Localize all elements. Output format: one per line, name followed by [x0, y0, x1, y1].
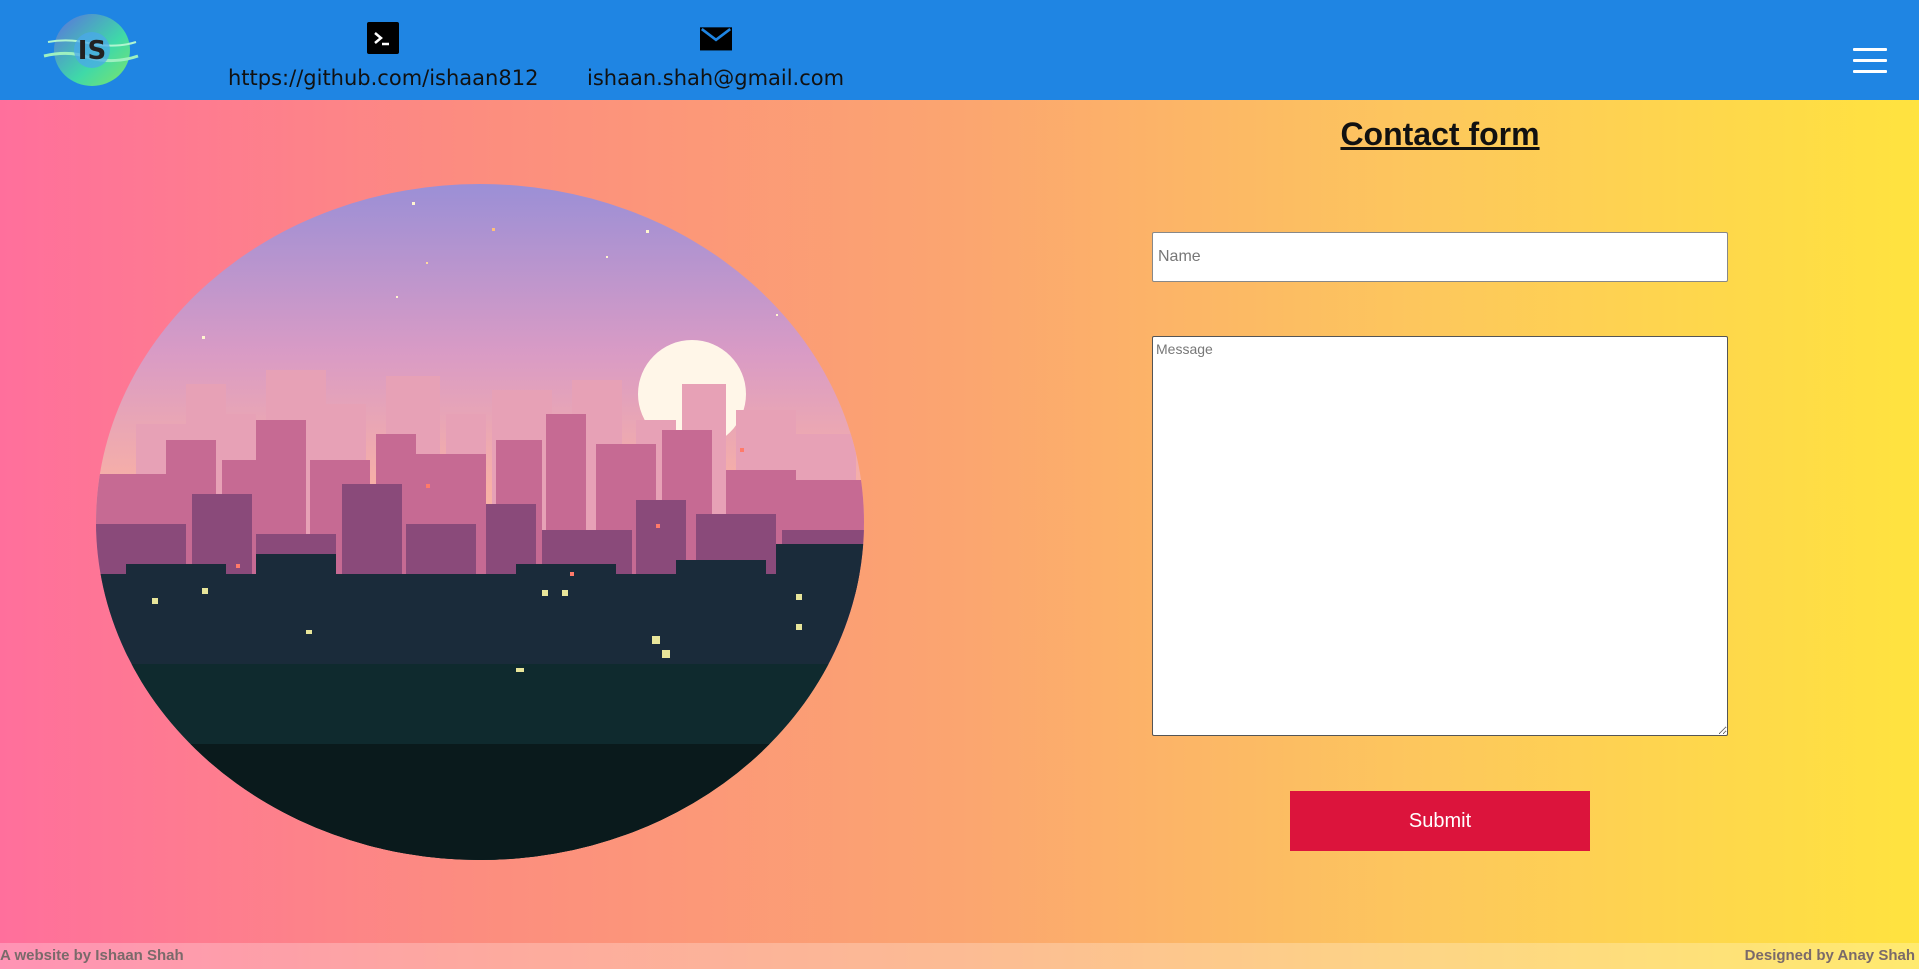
footer: A website by Ishaan Shah Designed by Ana…: [0, 943, 1919, 969]
hamburger-line: [1853, 59, 1887, 62]
email-address-text: ishaan.shah@gmail.com: [587, 66, 845, 90]
top-navbar: IS https://github.com/ishaan812 ishaan.s…: [0, 0, 1919, 100]
footer-credit-right: Designed by Anay Shah: [1744, 947, 1915, 964]
city-skyline-image: [96, 184, 864, 860]
github-link[interactable]: https://github.com/ishaan812: [228, 22, 538, 90]
hamburger-menu-icon[interactable]: [1853, 48, 1887, 74]
hamburger-line: [1853, 70, 1887, 73]
pixel-city-illustration: [96, 184, 864, 860]
logo[interactable]: IS: [40, 12, 140, 88]
contact-form-title: Contact form: [1340, 116, 1540, 152]
terminal-icon: [367, 22, 400, 54]
footer-credit-left: A website by Ishaan Shah: [0, 947, 184, 964]
logo-icon: IS: [43, 14, 139, 86]
svg-text:IS: IS: [78, 36, 106, 66]
hamburger-line: [1853, 48, 1887, 51]
message-textarea[interactable]: [1152, 336, 1728, 736]
github-url-text: https://github.com/ishaan812: [228, 66, 539, 90]
name-input[interactable]: [1152, 232, 1728, 282]
email-link[interactable]: ishaan.shah@gmail.com: [587, 22, 844, 90]
submit-button[interactable]: Submit: [1290, 791, 1590, 851]
mail-icon: [699, 27, 732, 51]
